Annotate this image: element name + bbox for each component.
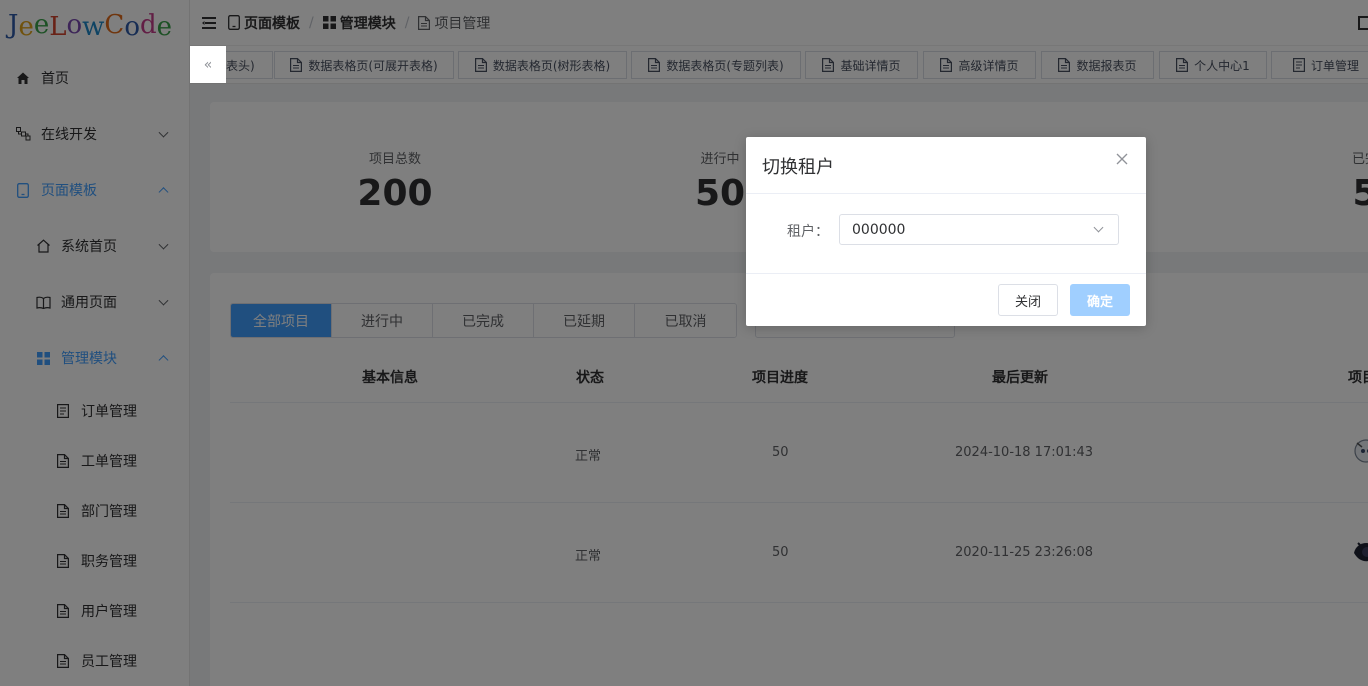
- chevron-down-icon: [1093, 222, 1104, 233]
- tenant-label: 租户：: [787, 224, 829, 240]
- switch-tenant-dialog: 切换租户 租户： 000000 关闭 确定: [746, 137, 1146, 326]
- tenant-select-value: 000000: [852, 221, 906, 238]
- confirm-button[interactable]: 确定: [1070, 284, 1130, 316]
- tenant-select[interactable]: 000000: [839, 214, 1119, 245]
- dialog-title: 切换租户: [762, 157, 834, 178]
- dialog-footer-divider: [746, 273, 1146, 274]
- close-button[interactable]: 关闭: [998, 284, 1058, 316]
- tags-scroll-left-icon[interactable]: «: [190, 46, 226, 83]
- close-icon[interactable]: [1114, 151, 1130, 167]
- modal-overlay[interactable]: [0, 0, 1368, 686]
- dialog-header-divider: [746, 193, 1146, 194]
